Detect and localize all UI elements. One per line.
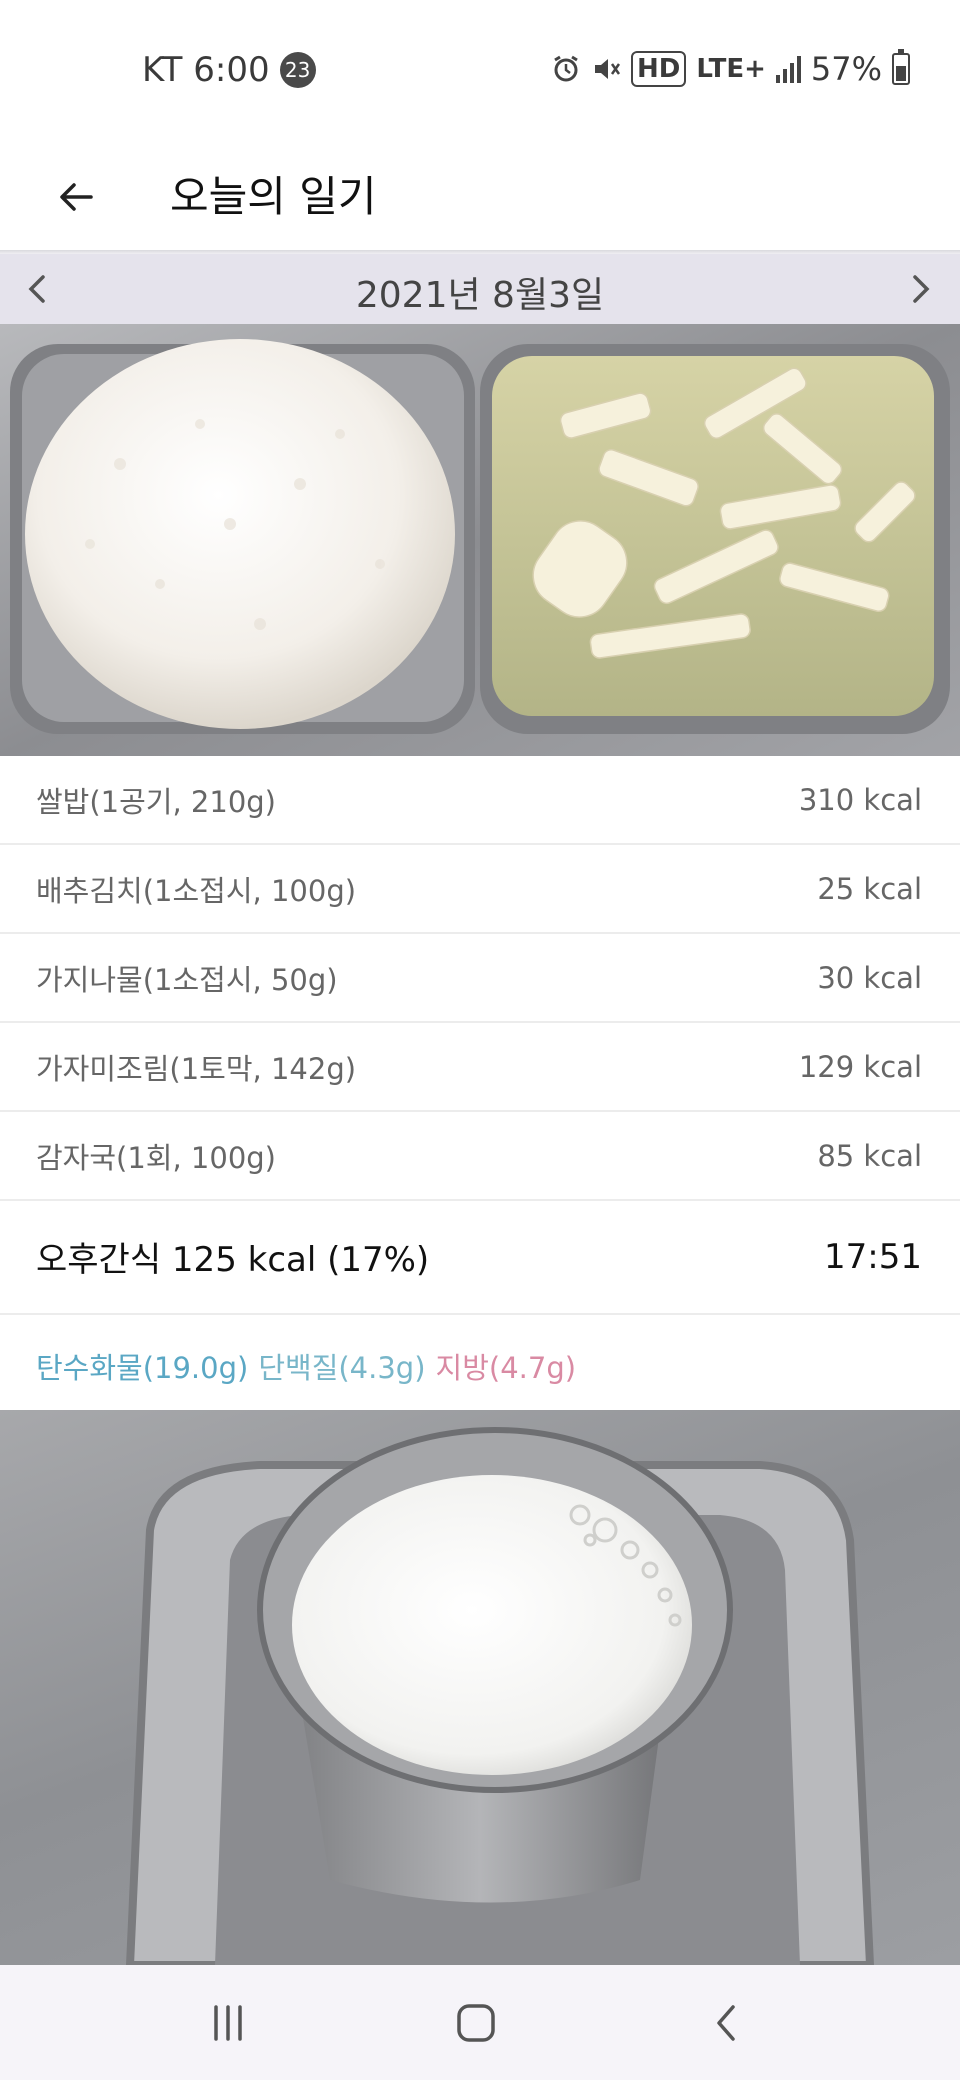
current-date: 2021년 8월3일 — [355, 275, 605, 316]
milk-cup-illustration — [125, 1427, 875, 1965]
chevron-right-icon — [913, 275, 930, 303]
alarm-icon — [551, 51, 581, 87]
food-list: 쌀밥(1공기, 210g) 310 kcal 배추김치(1소접시, 100g) … — [0, 756, 960, 1201]
fat-label: 지방(4.7g) — [435, 1351, 577, 1385]
food-name: 가자미조림(1토막, 142g) — [36, 1051, 357, 1086]
home-icon — [457, 2003, 495, 2042]
snack-title: 오후간식 125 kcal (17%) — [36, 1240, 430, 1280]
food-name: 가지나물(1소접시, 50g) — [36, 962, 338, 997]
date-bar: 2021년 8월3일 — [0, 254, 960, 324]
app-header: 오늘의 일기 — [0, 145, 960, 250]
food-kcal: 129 kcal — [798, 1049, 922, 1084]
list-item[interactable]: 배추김치(1소접시, 100g) 25 kcal — [0, 845, 960, 934]
page-title: 오늘의 일기 — [170, 172, 377, 221]
system-nav-bar — [0, 1965, 960, 2080]
lunch-tray-illustration — [0, 324, 960, 756]
hd-icon: HD — [630, 51, 687, 87]
food-name: 배추김치(1소접시, 100g) — [36, 873, 357, 908]
home-button[interactable] — [436, 1990, 516, 2055]
signal-icon — [775, 55, 801, 83]
battery-percent: 57% — [810, 50, 882, 88]
food-name: 쌀밥(1공기, 210g) — [36, 784, 276, 819]
food-kcal: 85 kcal — [817, 1138, 922, 1173]
lte-icon: LTE+ — [696, 54, 766, 84]
list-item[interactable]: 가자미조림(1토막, 142g) 129 kcal — [0, 1023, 960, 1112]
status-right: HD LTE+ 57% — [551, 49, 910, 88]
list-item[interactable]: 감자국(1회, 100g) 85 kcal — [0, 1112, 960, 1201]
macro-nutrients: 탄수화물(19.0g) 단백질(4.3g) 지방(4.7g) — [36, 1345, 576, 1387]
battery-icon — [892, 49, 910, 85]
notification-count-badge: 23 — [279, 52, 316, 88]
back-icon — [717, 2004, 735, 2041]
back-button[interactable] — [46, 167, 106, 227]
carrier-time: KT 6:00 — [142, 50, 270, 90]
status-bar: KT 6:00 23 HD LTE+ 57% — [0, 0, 960, 145]
status-left: KT 6:00 23 — [142, 50, 316, 90]
carbs-label: 탄수화물(19.0g) — [36, 1351, 249, 1385]
protein-label: 단백질(4.3g) — [258, 1351, 426, 1385]
back-nav-button[interactable] — [686, 1990, 766, 2055]
food-kcal: 310 kcal — [798, 782, 922, 817]
snack-time: 17:51 — [824, 1236, 922, 1277]
recent-apps-button[interactable] — [188, 1990, 268, 2055]
lunch-meal-photo[interactable] — [0, 324, 960, 756]
snack-section-header[interactable]: 오후간식 125 kcal (17%) 17:51 — [0, 1200, 960, 1315]
list-item[interactable]: 가지나물(1소접시, 50g) 30 kcal — [0, 934, 960, 1023]
food-kcal: 30 kcal — [817, 960, 922, 995]
food-kcal: 25 kcal — [817, 871, 922, 906]
next-date-button[interactable] — [894, 262, 948, 316]
list-item[interactable]: 쌀밥(1공기, 210g) 310 kcal — [0, 756, 960, 845]
recent-apps-icon — [214, 2004, 242, 2041]
mute-icon — [591, 51, 621, 87]
snack-meal-photo[interactable] — [0, 1410, 960, 1965]
food-name: 감자국(1회, 100g) — [36, 1140, 276, 1175]
arrow-left-icon — [60, 183, 93, 211]
